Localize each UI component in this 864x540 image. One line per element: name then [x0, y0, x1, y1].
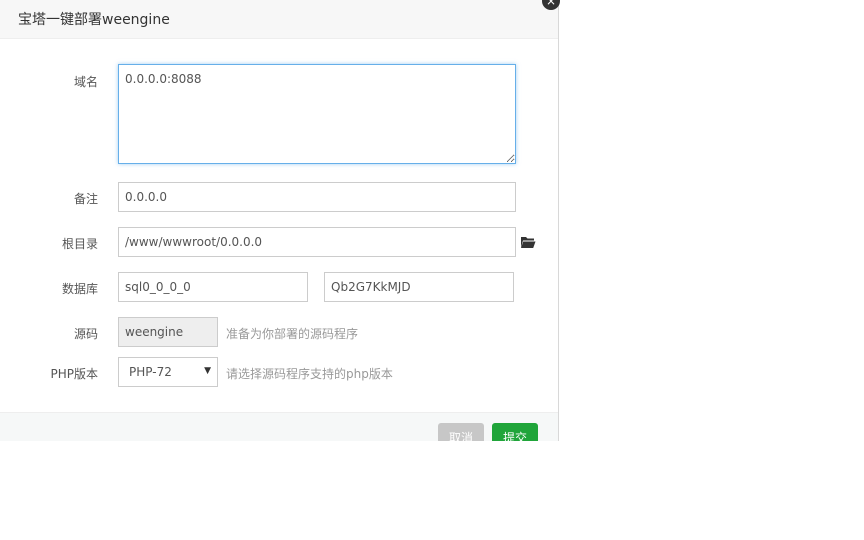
php-version-label: PHP版本: [50, 367, 99, 381]
submit-button[interactable]: 提交: [492, 423, 538, 441]
root-dir-label: 根目录: [61, 237, 98, 251]
dialog-title: 宝塔一键部署weengine: [18, 12, 170, 28]
remark-label: 备注: [73, 192, 98, 206]
php-version-hint: 请选择源码程序支持的php版本: [226, 367, 393, 381]
caret-down-icon: ▼: [204, 366, 211, 376]
php-version-selected: PHP-72: [129, 365, 172, 379]
source-hint: 准备为你部署的源码程序: [226, 327, 359, 341]
database-password-input[interactable]: [324, 272, 514, 302]
dialog-footer: 取消 提交: [0, 412, 558, 441]
deploy-dialog: 宝塔一键部署weengine 域名 0.0.0.0:8088 备注 根目录 数据…: [0, 0, 559, 441]
cancel-button[interactable]: 取消: [438, 423, 484, 441]
dialog-header: 宝塔一键部署weengine: [0, 0, 558, 39]
database-name-input[interactable]: [118, 272, 308, 302]
domain-textarea[interactable]: 0.0.0.0:8088: [118, 64, 516, 164]
remark-input[interactable]: [118, 182, 516, 212]
source-input: [118, 317, 218, 347]
folder-open-icon[interactable]: [520, 235, 536, 249]
domain-label: 域名: [73, 75, 98, 89]
database-label: 数据库: [61, 282, 98, 296]
php-version-select[interactable]: PHP-72 ▼: [118, 357, 218, 387]
source-label: 源码: [73, 327, 98, 341]
root-dir-input[interactable]: [118, 227, 516, 257]
